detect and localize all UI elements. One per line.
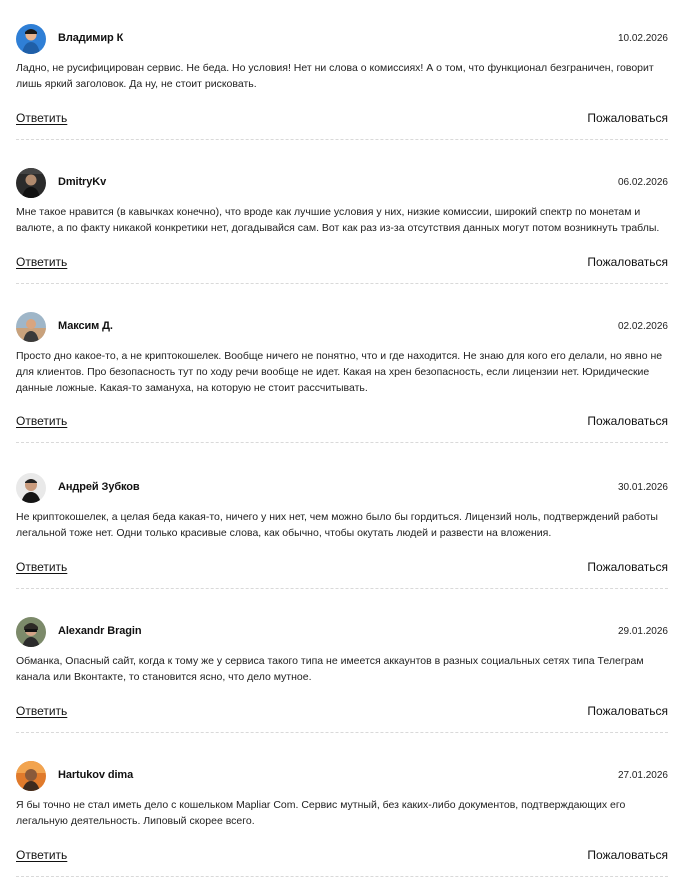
comment-date: 29.01.2026	[617, 626, 668, 637]
reply-link[interactable]: Ответить	[16, 414, 67, 428]
comment-author: Андрей Зубков	[58, 481, 140, 493]
reply-link[interactable]: Ответить	[16, 848, 67, 862]
user-avatar[interactable]	[16, 617, 46, 647]
comment-divider	[16, 732, 668, 733]
comment-item: DmitryKv 06.02.2026 Мне такое нравится (…	[0, 144, 684, 288]
reply-link[interactable]: Ответить	[16, 111, 67, 125]
reply-link[interactable]: Ответить	[16, 255, 67, 269]
comment-author: Владимир К	[58, 32, 124, 44]
comment-divider	[16, 139, 668, 140]
comment-date: 27.01.2026	[617, 770, 668, 781]
comment-date: 30.01.2026	[617, 482, 668, 493]
comment-item: Андрей Зубков 30.01.2026 Не криптокошеле…	[0, 447, 684, 591]
user-avatar[interactable]	[16, 312, 46, 342]
report-link[interactable]: Пожаловаться	[587, 111, 668, 125]
comment-text: Мне такое нравится (в кавычках конечно),…	[16, 206, 660, 234]
comment-author: DmitryKv	[58, 176, 107, 188]
comment-actions: Ответить Пожаловаться	[16, 560, 668, 578]
comment-author: Максим Д.	[58, 320, 113, 332]
comment-actions: Ответить Пожаловаться	[16, 414, 668, 432]
comment-text: Я бы точно не стал иметь дело с кошелько…	[16, 799, 626, 827]
comment-text: Ладно, не русифицирован сервис. Не беда.…	[16, 62, 654, 90]
comment-date: 02.02.2026	[617, 321, 668, 332]
report-link[interactable]: Пожаловаться	[587, 704, 668, 718]
comment-date: 06.02.2026	[617, 177, 668, 188]
reply-link[interactable]: Ответить	[16, 560, 67, 574]
report-link[interactable]: Пожаловаться	[587, 560, 668, 574]
report-link[interactable]: Пожаловаться	[587, 848, 668, 862]
comment-header: Андрей Зубков 30.01.2026	[16, 473, 668, 505]
comment-item: Hartukov dima 27.01.2026 Я бы точно не с…	[0, 735, 684, 885]
comment-date: 10.02.2026	[617, 33, 668, 44]
comment-header: Alexandr Bragin 29.01.2026	[16, 617, 668, 649]
comment-actions: Ответить Пожаловаться	[16, 255, 668, 273]
comment-text: Просто дно какое-то, а не криптокошелек.…	[16, 350, 663, 394]
comment-divider	[16, 442, 668, 443]
comments-list: Владимир К 10.02.2026 Ладно, не русифици…	[0, 0, 684, 885]
comment-actions: Ответить Пожаловаться	[16, 704, 668, 722]
comment-actions: Ответить Пожаловаться	[16, 111, 668, 129]
reply-link[interactable]: Ответить	[16, 704, 67, 718]
comment-item: Владимир К 10.02.2026 Ладно, не русифици…	[0, 0, 684, 144]
user-avatar[interactable]	[16, 761, 46, 791]
comment-divider	[16, 283, 668, 284]
user-avatar[interactable]	[16, 24, 46, 54]
comment-header: Максим Д. 02.02.2026	[16, 312, 668, 344]
comment-item: Alexandr Bragin 29.01.2026 Обманка, Опас…	[0, 591, 684, 735]
comment-author: Alexandr Bragin	[58, 625, 142, 637]
report-link[interactable]: Пожаловаться	[587, 414, 668, 428]
comment-author: Hartukov dima	[58, 769, 134, 781]
comment-item: Максим Д. 02.02.2026 Просто дно какое-то…	[0, 288, 684, 447]
comment-text: Обманка, Опасный сайт, когда к тому же у…	[16, 655, 644, 683]
comment-divider	[16, 588, 668, 589]
user-avatar[interactable]	[16, 168, 46, 198]
comment-header: DmitryKv 06.02.2026	[16, 168, 668, 200]
comment-divider	[16, 876, 668, 877]
user-avatar[interactable]	[16, 473, 46, 503]
report-link[interactable]: Пожаловаться	[587, 255, 668, 269]
comment-text: Не криптокошелек, а целая беда какая-то,…	[16, 511, 658, 539]
comment-header: Владимир К 10.02.2026	[16, 24, 668, 56]
comment-actions: Ответить Пожаловаться	[16, 848, 668, 866]
comment-header: Hartukov dima 27.01.2026	[16, 761, 668, 793]
